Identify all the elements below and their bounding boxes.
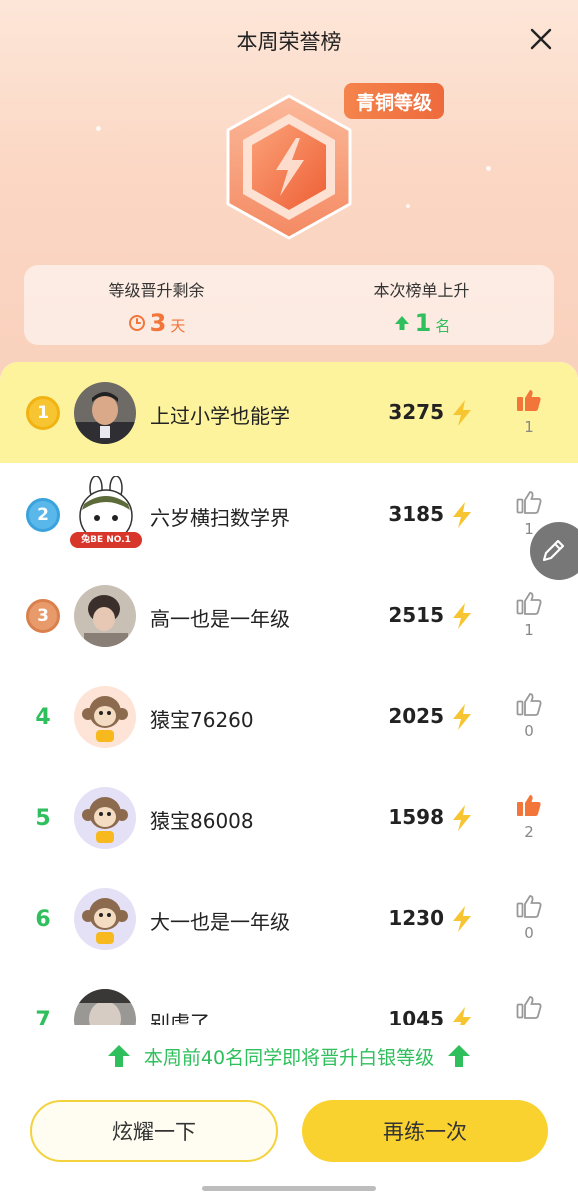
- thumbs-up-icon: [516, 996, 542, 1019]
- user-name: 高一也是一年级: [150, 607, 290, 631]
- gold-medal-icon: 1: [26, 396, 60, 430]
- lightning-hexagon-icon: [226, 94, 352, 240]
- stat-label: 等级晋升剩余: [108, 281, 205, 300]
- arrow-up-icon: [448, 1045, 471, 1067]
- score: 1045: [388, 1007, 444, 1025]
- avatar[interactable]: [74, 989, 136, 1025]
- leaderboard-row[interactable]: 4 猿宝76260 2025 0: [0, 666, 578, 767]
- thumbs-up-icon: [516, 592, 542, 615]
- stat-label: 本次榜单上升: [373, 281, 470, 300]
- avatar[interactable]: [74, 382, 136, 444]
- rank-number: 6: [24, 900, 62, 938]
- thumbs-up-icon: [516, 895, 542, 918]
- arrow-up-icon: [394, 316, 409, 330]
- like-count: 0: [524, 722, 534, 740]
- like-count: 1: [524, 621, 534, 639]
- user-name: 猿宝76260: [150, 708, 254, 732]
- score: 2515: [388, 603, 444, 627]
- rank-number: 7: [24, 1001, 62, 1026]
- stats-panel: 等级晋升剩余 3 天 本次榜单上升 1 名: [24, 265, 554, 345]
- thumbs-up-icon: [516, 491, 542, 514]
- score: 2025: [388, 704, 444, 728]
- avatar-label: 兔BE NO.1: [81, 535, 131, 545]
- thumbs-up-icon: [517, 390, 541, 411]
- stat-value: 1: [414, 309, 432, 337]
- sparkle: [406, 204, 410, 208]
- pen-icon: [542, 539, 565, 562]
- close-icon: [530, 28, 552, 50]
- score: 1598: [388, 805, 444, 829]
- arrow-up-icon: [107, 1045, 130, 1067]
- like-count: 0: [524, 924, 534, 942]
- avatar[interactable]: [74, 686, 136, 748]
- page-title: 本周荣誉榜: [236, 30, 342, 54]
- sparkle: [96, 126, 101, 131]
- leaderboard-list[interactable]: 1 上过小学也能学 3275 1 2 兔BE NO.1 六岁横扫数学界 3185…: [0, 362, 578, 1025]
- avatar[interactable]: 兔BE NO.1: [66, 475, 146, 556]
- rank-number-text: 5: [35, 805, 51, 831]
- action-bar: 炫耀一下 再练一次: [0, 1100, 578, 1164]
- lightning-icon: [453, 906, 471, 932]
- avatar[interactable]: [74, 787, 136, 849]
- upgrade-remaining-stat: 等级晋升剩余 3 天: [24, 265, 289, 345]
- leaderboard-row[interactable]: 3 高一也是一年级 2515 1: [0, 565, 578, 666]
- stat-unit: 名: [435, 317, 451, 335]
- like-count: 2: [524, 823, 534, 841]
- rank-number-text: 7: [35, 1007, 51, 1026]
- like-button[interactable]: 1: [512, 388, 546, 436]
- user-name: 别虐了: [150, 1011, 210, 1025]
- thumbs-up-icon: [517, 795, 541, 816]
- score: 1230: [388, 906, 444, 930]
- user-name: 六岁横扫数学界: [150, 506, 290, 530]
- rank-number: 5: [24, 799, 62, 837]
- like-button[interactable]: 1: [512, 591, 546, 639]
- avatar[interactable]: [74, 585, 136, 647]
- lightning-icon: [453, 400, 471, 426]
- clock-icon: [128, 315, 145, 331]
- leaderboard-row[interactable]: 6 大一也是一年级 1230 0: [0, 868, 578, 969]
- like-button[interactable]: [512, 995, 546, 1023]
- rank-number-text: 4: [35, 704, 51, 730]
- user-name: 上过小学也能学: [150, 404, 290, 428]
- rank-rise-stat: 本次榜单上升 1 名: [289, 265, 554, 345]
- stat-unit: 天: [170, 317, 186, 335]
- lightning-icon: [453, 1007, 471, 1025]
- stat-value: 3: [149, 309, 167, 337]
- level-tag: 青铜等级: [344, 83, 445, 119]
- level-badge: [218, 92, 360, 242]
- silver-medal-icon: 2: [26, 498, 60, 532]
- bronze-medal-icon: 3: [26, 599, 60, 633]
- share-button[interactable]: 炫耀一下: [30, 1100, 278, 1162]
- lightning-icon: [453, 502, 471, 528]
- user-name: 大一也是一年级: [150, 910, 290, 934]
- sparkle: [486, 166, 491, 171]
- leaderboard-row[interactable]: 2 兔BE NO.1 六岁横扫数学界 3185 1: [0, 464, 578, 565]
- promotion-notice: 本周前40名同学即将晋升白银等级: [0, 1030, 578, 1082]
- lightning-icon: [453, 603, 471, 629]
- score: 3185: [388, 502, 444, 526]
- score: 3275: [388, 400, 444, 424]
- like-count: 1: [524, 418, 534, 436]
- leaderboard-row[interactable]: 5 猿宝86008 1598 2: [0, 767, 578, 868]
- rank-medal: 3: [24, 597, 62, 635]
- thumbs-up-icon: [516, 693, 542, 716]
- notice-text: 本周前40名同学即将晋升白银等级: [143, 1046, 435, 1069]
- like-button[interactable]: 0: [512, 894, 546, 942]
- rank-medal: 2: [24, 496, 62, 534]
- like-button[interactable]: 2: [512, 793, 546, 841]
- leaderboard-row[interactable]: 1 上过小学也能学 3275 1: [0, 362, 578, 463]
- lightning-icon: [453, 704, 471, 730]
- close-button[interactable]: [524, 22, 558, 56]
- lightning-icon: [453, 805, 471, 831]
- retry-button[interactable]: 再练一次: [302, 1100, 548, 1162]
- rank-number: 4: [24, 698, 62, 736]
- home-indicator[interactable]: [202, 1186, 376, 1191]
- leaderboard-row[interactable]: 7 别虐了 1045: [0, 969, 578, 1025]
- rank-medal: 1: [24, 394, 62, 432]
- like-button[interactable]: 0: [512, 692, 546, 740]
- user-name: 猿宝86008: [150, 809, 254, 833]
- avatar[interactable]: [74, 888, 136, 950]
- rank-number-text: 6: [35, 906, 51, 932]
